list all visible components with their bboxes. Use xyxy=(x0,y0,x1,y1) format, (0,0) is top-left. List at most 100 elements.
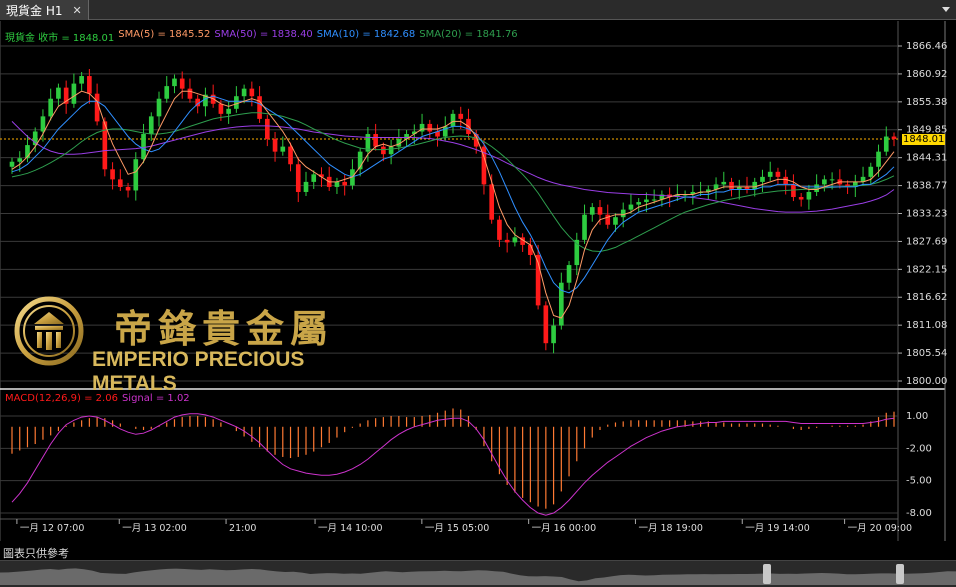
scroll-handle-left[interactable] xyxy=(763,564,771,584)
sma20-line xyxy=(11,112,895,253)
candle-body xyxy=(891,136,897,140)
chart-tab-bar: 現貨金 H1 ✕ xyxy=(0,0,956,20)
candle-body xyxy=(620,209,626,218)
candle-body xyxy=(597,207,603,215)
candle-body xyxy=(721,181,727,185)
chart-area[interactable]: 1866.46 1860.92 1855.38 1849.85 1844.31 1838.… xyxy=(0,21,956,541)
macd-tick-label: -5.00 xyxy=(906,476,932,487)
legend-sma50: SMA(50) = 1838.40 xyxy=(214,29,313,40)
macd-signal-line xyxy=(11,413,895,516)
candle-body xyxy=(644,199,649,203)
candle-body xyxy=(172,78,177,87)
candle-body xyxy=(388,146,394,155)
candle-body xyxy=(257,96,262,119)
time-tick-label: 一月 12 07:00 xyxy=(20,523,85,534)
candle-body xyxy=(729,181,734,190)
candle-body xyxy=(450,113,456,127)
candle-body xyxy=(489,184,495,220)
price-tick-label: 1860.92 xyxy=(906,69,947,80)
time-tick-label: 一月 15 05:00 xyxy=(425,523,490,534)
candle-body xyxy=(280,146,286,152)
candle-body xyxy=(17,158,23,162)
candle-body xyxy=(798,197,804,200)
candle-body xyxy=(288,146,293,165)
candle-body xyxy=(760,176,765,182)
candle-body xyxy=(373,134,378,147)
time-tick-label: 一月 16 00:00 xyxy=(532,523,597,534)
chart-canvas[interactable]: 1866.461860.921855.381849.851844.311838.… xyxy=(0,21,956,541)
chevron-down-icon[interactable] xyxy=(940,3,952,15)
chart-scrollbar[interactable] xyxy=(0,560,956,587)
candle-body xyxy=(40,116,46,132)
candle-body xyxy=(179,78,185,89)
candle-body xyxy=(87,76,92,94)
candle-body xyxy=(613,217,618,225)
time-tick-label: 21:00 xyxy=(229,523,256,534)
candle-body xyxy=(783,176,789,185)
candle-body xyxy=(311,174,317,182)
candle-body xyxy=(9,161,15,167)
candle-body xyxy=(822,179,827,185)
macd-legend: MACD(12,26,9) = 2.06 Signal = 1.02 xyxy=(5,393,190,404)
candle-body xyxy=(272,139,278,152)
price-tick-label: 1855.38 xyxy=(906,97,947,108)
candle-body xyxy=(806,191,812,200)
price-tick-label: 1822.15 xyxy=(906,264,947,275)
candle-body xyxy=(303,181,309,192)
candle-body xyxy=(589,207,595,215)
tab-chart[interactable]: 現貨金 H1 ✕ xyxy=(0,0,89,20)
legend-macd: MACD(12,26,9) = 2.06 xyxy=(5,393,118,404)
candle-body xyxy=(868,166,874,177)
candle-body xyxy=(79,76,84,84)
legend-signal: Signal = 1.02 xyxy=(121,393,190,404)
candle-body xyxy=(148,116,154,135)
legend-close: 現貨金 收市 = 1848.01 xyxy=(5,33,115,44)
candle-body xyxy=(295,164,301,192)
price-tick-label: 1866.46 xyxy=(906,41,947,52)
time-tick-label: 一月 20 09:00 xyxy=(848,523,913,534)
candle-body xyxy=(381,146,386,155)
time-tick-label: 一月 14 10:00 xyxy=(318,523,383,534)
candle-body xyxy=(767,171,773,177)
price-legend: 現貨金 收市 = 1848.01 SMA(5) = 1845.52 SMA(50… xyxy=(5,29,518,44)
candle-body xyxy=(458,113,464,119)
legend-sma5: SMA(5) = 1845.52 xyxy=(118,29,211,40)
candle-body xyxy=(582,214,587,240)
candle-body xyxy=(125,186,131,191)
price-tick-label: 1816.62 xyxy=(906,292,947,303)
disclaimer-label: 圖表只供參考 xyxy=(3,547,69,560)
close-icon[interactable]: ✕ xyxy=(72,4,81,17)
price-tick-label: 1833.23 xyxy=(906,209,947,220)
candle-body xyxy=(752,181,758,190)
price-tick-label: 1827.69 xyxy=(906,236,947,247)
candle-body xyxy=(543,305,549,344)
candle-body xyxy=(551,325,556,344)
candle-body xyxy=(628,204,634,210)
candle-body xyxy=(651,199,657,201)
candle-body xyxy=(427,123,433,132)
time-tick-label: 一月 18 19:00 xyxy=(638,523,703,534)
candle-body xyxy=(218,103,224,114)
price-tick-label: 1805.54 xyxy=(906,348,947,359)
candle-body xyxy=(133,159,139,191)
candle-body xyxy=(156,98,162,117)
candle-body xyxy=(791,184,796,198)
price-tick-label: 1844.31 xyxy=(906,153,947,164)
candle-body xyxy=(241,88,247,97)
candle-body xyxy=(71,83,77,104)
scroll-handle-right[interactable] xyxy=(896,564,904,584)
candle-body xyxy=(342,181,348,186)
candle-body xyxy=(56,87,61,99)
scroll-overview[interactable] xyxy=(0,563,956,585)
legend-sma10: SMA(10) = 1842.68 xyxy=(316,29,416,40)
scroll-overview-silhouette xyxy=(0,568,956,585)
candle-body xyxy=(883,136,889,152)
time-tick-label: 一月 19 14:00 xyxy=(745,523,810,534)
candle-body xyxy=(48,98,54,117)
candle-body xyxy=(117,179,123,187)
candle-body xyxy=(512,237,518,243)
candle-body xyxy=(141,134,146,160)
candle-body xyxy=(566,265,572,283)
candle-body xyxy=(497,219,502,240)
candle-body xyxy=(234,96,239,109)
